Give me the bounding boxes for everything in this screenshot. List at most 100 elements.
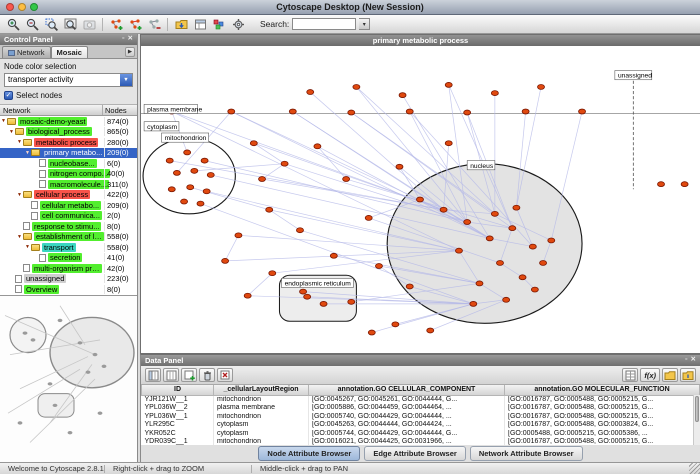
tree-item-nucleobase[interactable]: nucleobase...6(0) xyxy=(0,158,137,169)
graph-node[interactable] xyxy=(353,84,360,89)
graph-node[interactable] xyxy=(314,144,321,149)
graph-node[interactable] xyxy=(427,328,434,333)
graph-node[interactable] xyxy=(168,187,175,192)
tree-item-cell-communica[interactable]: cell communica...2(0) xyxy=(0,211,137,222)
graph-edge[interactable] xyxy=(293,111,444,209)
graph-node[interactable] xyxy=(269,271,276,276)
zoom-in-icon[interactable] xyxy=(4,16,22,32)
attribute-matrix-icon[interactable] xyxy=(622,368,638,382)
column-header[interactable]: annotation.GO MOLECULAR_FUNCTION xyxy=(505,385,700,395)
graph-node[interactable] xyxy=(296,228,303,233)
graph-node[interactable] xyxy=(445,82,452,87)
select-nodes-checkbox[interactable]: ✓ xyxy=(4,91,13,100)
tree-item-primary-metabo[interactable]: ▼primary metabo...209(0) xyxy=(0,148,137,159)
graph-node[interactable] xyxy=(300,289,307,294)
tree-item-cellular-process[interactable]: ▼cellular process422(0) xyxy=(0,190,137,201)
table-row[interactable]: YLR295Ccytoplasm[GO:0045263, GO:0044444,… xyxy=(142,421,700,430)
graph-node[interactable] xyxy=(203,189,210,194)
zoom-selected-region-icon[interactable] xyxy=(42,16,60,32)
graph-node[interactable] xyxy=(348,299,355,304)
graph-node[interactable] xyxy=(191,168,198,173)
graph-node[interactable] xyxy=(519,275,526,280)
graph-node[interactable] xyxy=(464,220,471,225)
expand-arrow-icon[interactable]: ▼ xyxy=(24,244,31,250)
graph-node[interactable] xyxy=(304,294,311,299)
scrollbar-thumb[interactable] xyxy=(695,396,699,422)
tab-network[interactable]: Network xyxy=(2,46,51,58)
tree-item-macromolecule[interactable]: macromolecule...311(0) xyxy=(0,179,137,190)
expand-arrow-icon[interactable]: ▼ xyxy=(16,139,23,145)
graph-edge[interactable] xyxy=(248,273,273,296)
graph-node[interactable] xyxy=(513,205,520,210)
table-row[interactable]: YPL036W__1mitochondrion[GO:0005740, GO:0… xyxy=(142,413,700,422)
graph-node[interactable] xyxy=(368,330,375,335)
graph-node[interactable] xyxy=(476,281,483,286)
tree-item-response-to-stimu[interactable]: response to stimu...8(0) xyxy=(0,221,137,232)
zoom-out-icon[interactable] xyxy=(23,16,41,32)
tree-column-nodes[interactable]: Nodes xyxy=(103,105,137,115)
graph-node[interactable] xyxy=(348,110,355,115)
graph-node[interactable] xyxy=(184,150,191,155)
graph-edge[interactable] xyxy=(317,146,346,179)
graph-node[interactable] xyxy=(187,185,194,190)
graph-edge[interactable] xyxy=(172,111,444,209)
select-attributes-icon[interactable] xyxy=(145,368,161,382)
graph-node[interactable] xyxy=(244,293,251,298)
minimize-window-icon[interactable] xyxy=(18,3,26,11)
table-row[interactable]: YJR121W__1mitochondrion[GO:0045267, GO:0… xyxy=(142,395,700,404)
graph-node[interactable] xyxy=(222,258,229,263)
snapshot-icon[interactable] xyxy=(80,16,98,32)
graph-node[interactable] xyxy=(497,260,504,265)
graph-node[interactable] xyxy=(166,158,173,163)
import-attribute-file-icon[interactable] xyxy=(662,368,678,382)
tab-mosaic[interactable]: Mosaic xyxy=(51,46,88,58)
chevron-down-icon[interactable]: ▼ xyxy=(120,74,132,86)
expand-arrow-icon[interactable]: ▼ xyxy=(0,118,7,124)
vizmapper-icon[interactable] xyxy=(210,16,228,32)
table-row[interactable]: YKR052Ccytoplasm[GO:0005744, GO:0044429,… xyxy=(142,430,700,439)
tab-edge-attribute-browser[interactable]: Edge Attribute Browser xyxy=(364,446,465,461)
graph-node[interactable] xyxy=(392,322,399,327)
tree-item-nitrogen-compo[interactable]: nitrogen compo...40(0) xyxy=(0,169,137,180)
graph-node[interactable] xyxy=(509,226,516,231)
table-scrollbar[interactable] xyxy=(693,395,700,445)
column-header[interactable]: _cellularLayoutRegion xyxy=(214,385,309,395)
network-canvas[interactable]: plasma membrane cytoplasm mitochondrion … xyxy=(141,46,700,353)
close-panel-icon[interactable]: ✕ xyxy=(691,357,696,364)
graph-node[interactable] xyxy=(259,177,266,182)
graph-node[interactable] xyxy=(235,233,242,238)
graph-node[interactable] xyxy=(365,215,372,220)
graph-edge[interactable] xyxy=(310,92,443,210)
data-panel-titlebar[interactable]: Data Panel ▫ ✕ xyxy=(141,355,700,366)
graph-node[interactable] xyxy=(464,110,471,115)
graph-node[interactable] xyxy=(320,301,327,306)
tab-overflow-icon[interactable]: ▶ xyxy=(125,47,135,57)
graph-node[interactable] xyxy=(250,141,257,146)
destroy-network-icon[interactable] xyxy=(145,16,163,32)
tree-item-establishment-of-lo[interactable]: ▼establishment of lo...558(0) xyxy=(0,232,137,243)
network-view-title[interactable]: primary metabolic process xyxy=(141,35,700,46)
open-attribute-file-icon[interactable] xyxy=(680,368,696,382)
import-network-icon[interactable] xyxy=(172,16,190,32)
graph-node[interactable] xyxy=(330,253,337,258)
clear-attribute-icon[interactable] xyxy=(217,368,233,382)
tab-node-attribute-browser[interactable]: Node Attribute Browser xyxy=(258,446,360,461)
tab-network-attribute-browser[interactable]: Network Attribute Browser xyxy=(470,446,583,461)
column-header[interactable]: ID xyxy=(142,385,214,395)
graph-node[interactable] xyxy=(207,172,214,177)
zoom-window-icon[interactable] xyxy=(30,3,38,11)
function-builder-button[interactable]: f(x) xyxy=(640,368,660,382)
attribute-table[interactable]: ID_cellularLayoutRegionannotation.GO CEL… xyxy=(141,385,700,445)
graph-node[interactable] xyxy=(197,201,204,206)
column-header[interactable]: annotation.GO CELLULAR_COMPONENT xyxy=(309,385,505,395)
graph-node[interactable] xyxy=(538,84,545,89)
table-row[interactable]: YDR039C__1mitochondrion[GO:0016021, GO:0… xyxy=(142,438,700,445)
table-row[interactable]: YPL036W__2plasma membrane[GO:0005886, GO… xyxy=(142,404,700,413)
tree-item-biological-process[interactable]: ▼biological_process865(0) xyxy=(0,127,137,138)
birds-eye-overview[interactable] xyxy=(0,295,137,462)
expand-arrow-icon[interactable]: ▼ xyxy=(16,234,23,240)
tree-item-secretion[interactable]: secretion41(0) xyxy=(0,253,137,264)
unselect-attributes-icon[interactable] xyxy=(163,368,179,382)
new-attribute-icon[interactable] xyxy=(181,368,197,382)
tree-column-network[interactable]: Network xyxy=(0,105,103,115)
